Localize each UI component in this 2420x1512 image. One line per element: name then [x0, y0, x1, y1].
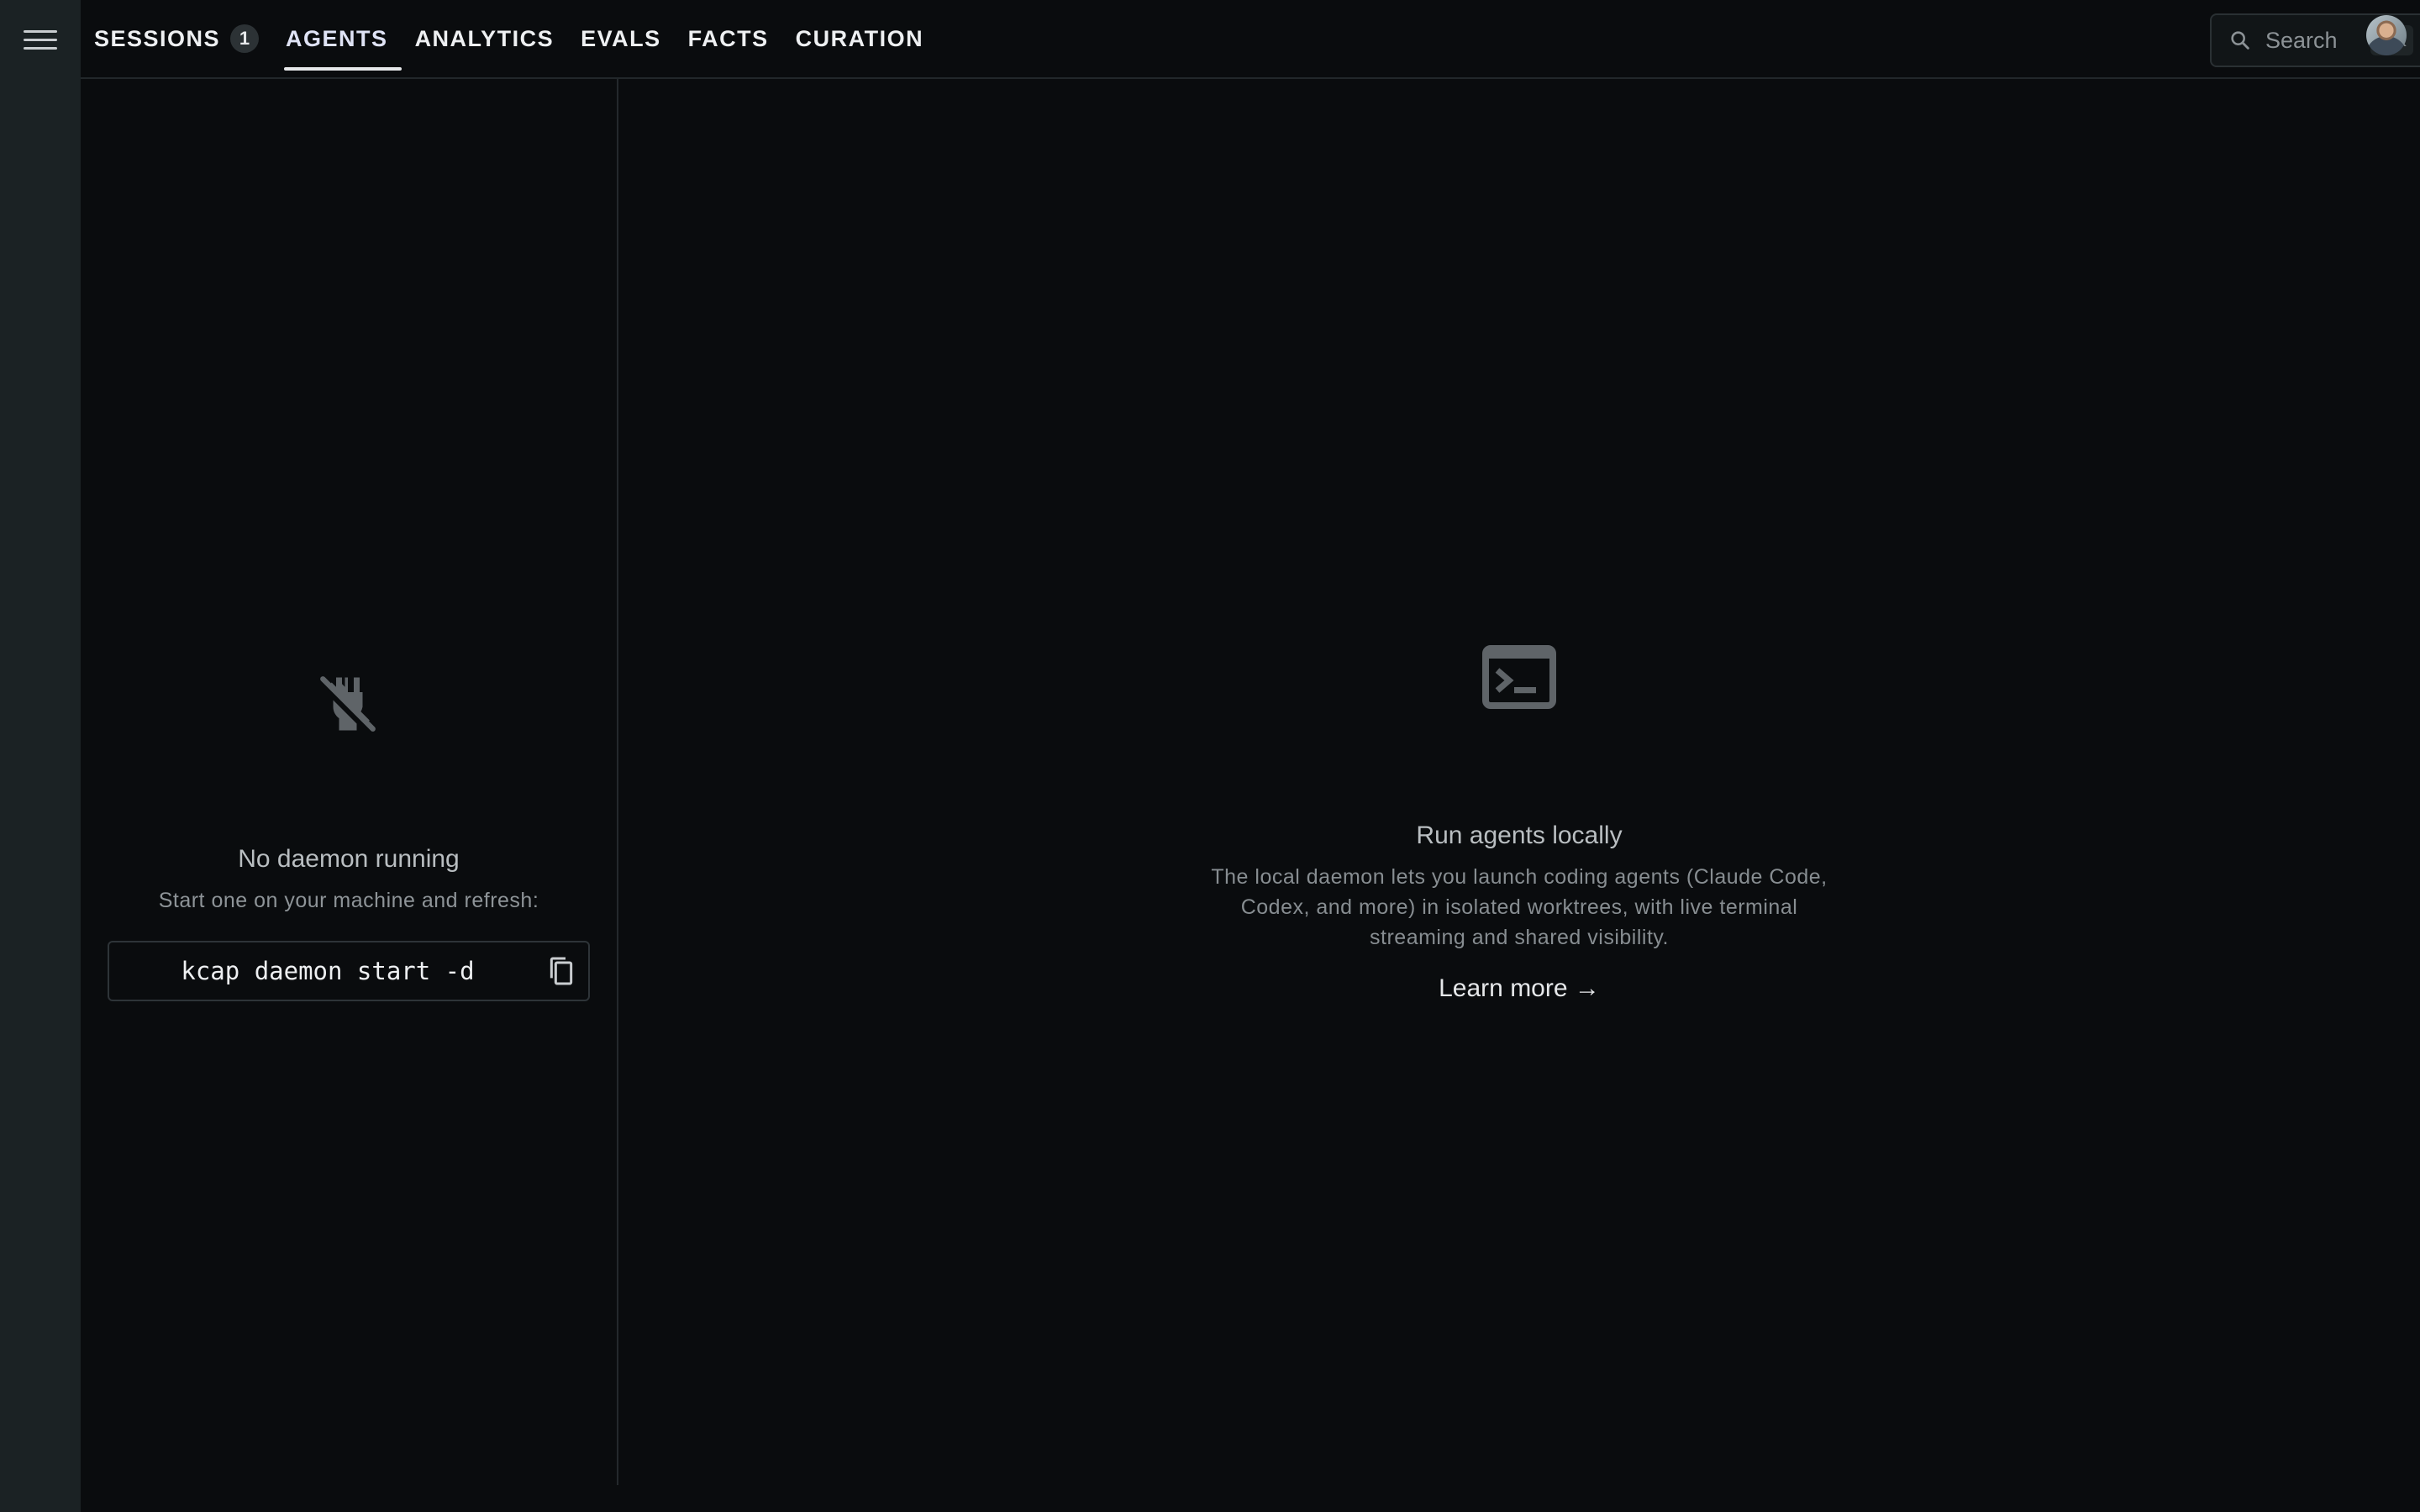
power-plug-off-icon — [320, 676, 376, 732]
side-rail — [0, 0, 81, 1512]
empty-state-title: Run agents locally — [1416, 822, 1623, 849]
user-avatar[interactable] — [2366, 15, 2407, 55]
tab-facts-label: FACTS — [687, 25, 769, 51]
tab-analytics-label: ANALYTICS — [414, 25, 555, 51]
no-daemon-subtitle: Start one on your machine and refresh: — [158, 889, 539, 912]
search-placeholder: Search — [2265, 27, 2338, 53]
tab-facts[interactable]: FACTS — [675, 0, 782, 77]
tab-evals[interactable]: EVALS — [567, 0, 675, 77]
agents-empty-state: Run agents locally The local daemon lets… — [618, 81, 2420, 1485]
empty-state-description: The local daemon lets you launch coding … — [1211, 865, 1828, 949]
tab-agents-label: AGENTS — [286, 25, 388, 51]
tab-evals-label: EVALS — [581, 25, 661, 51]
tab-sessions-label: SESSIONS — [94, 25, 221, 51]
nav-tabs: SESSIONS 1 AGENTS ANALYTICS EVALS FACTS … — [81, 0, 937, 77]
daemon-status-panel: No daemon running Start one on your mach… — [81, 81, 617, 1485]
tab-curation-label: CURATION — [795, 25, 924, 51]
learn-more-link-row: Learn more → — [618, 974, 2420, 1003]
top-navigation-bar: SESSIONS 1 AGENTS ANALYTICS EVALS FACTS … — [81, 0, 2420, 79]
tab-curation[interactable]: CURATION — [782, 0, 937, 77]
search-icon — [2231, 31, 2249, 50]
no-daemon-title: No daemon running — [238, 845, 460, 873]
terminal-icon — [1482, 645, 1556, 709]
daemon-command-box: kcap daemon start -d — [108, 941, 590, 1001]
sessions-count-badge: 1 — [230, 24, 260, 53]
learn-more-link[interactable]: Learn more → — [1439, 974, 1600, 1002]
hamburger-menu-icon[interactable] — [24, 27, 57, 54]
tab-sessions[interactable]: SESSIONS 1 — [81, 0, 272, 77]
tab-agents[interactable]: AGENTS — [272, 0, 402, 77]
tab-analytics[interactable]: ANALYTICS — [402, 0, 568, 77]
daemon-command-text[interactable]: kcap daemon start -d — [109, 942, 546, 1000]
copy-icon[interactable] — [544, 954, 578, 988]
